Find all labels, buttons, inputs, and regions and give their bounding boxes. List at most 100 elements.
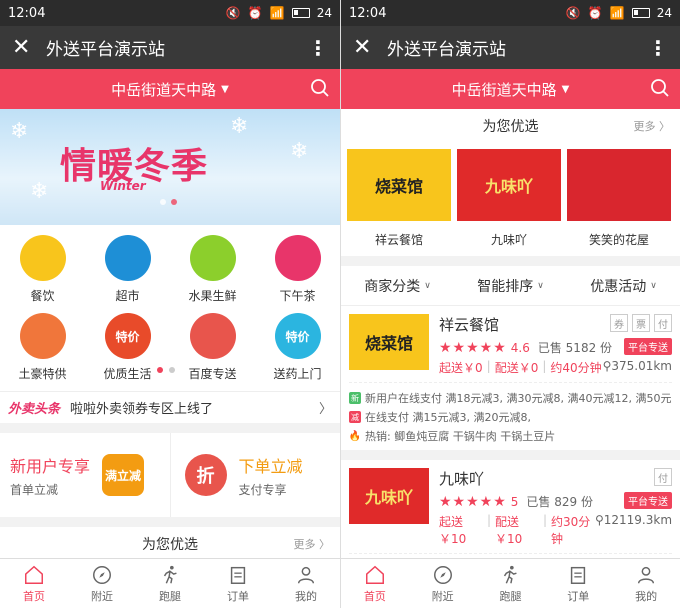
snowflake-icon: ❄ — [290, 139, 309, 164]
runner-icon — [163, 565, 177, 584]
store-logo: 烧菜馆 — [347, 149, 451, 221]
tab-home[interactable]: 首页 — [341, 559, 409, 608]
location-bar[interactable]: 中岳街道天中路 ▼ — [0, 69, 340, 109]
min-order: 起送￥10 — [439, 515, 467, 546]
calendar-icon: 特价 — [104, 313, 151, 359]
filter-label: 优惠活动 — [590, 278, 647, 295]
search-icon[interactable] — [310, 78, 330, 98]
recommend-name: 祥云餐馆 — [374, 233, 423, 247]
distance: 12119.3km — [603, 513, 673, 527]
service-tags: 券票付 — [610, 314, 672, 332]
service-tag: 票 — [632, 314, 650, 332]
location-pin-icon: ⚲ — [594, 513, 604, 527]
recommend-item[interactable]: 笑笑的花屋 — [567, 149, 671, 248]
bowl-icon — [189, 313, 236, 359]
store-logo: 烧菜馆 — [349, 314, 429, 370]
lime-icon — [189, 235, 236, 281]
rating-score: 4.6 — [510, 341, 530, 355]
delivery-time: 约40分钟 — [550, 361, 602, 375]
home-screen: 12:04 🔇 ⏰ 📶 24 ✕ 外送平台演示站 ⋮ 中岳街道天中路 ▼ ❄ ❄… — [0, 0, 340, 608]
category-item[interactable]: 下午茶 — [255, 231, 340, 309]
tab-mine[interactable]: 我的 — [272, 559, 340, 608]
headline-bar[interactable]: 外卖头条 啦啦外卖领券专区上线了 〉 — [0, 391, 340, 423]
category-item[interactable]: 特价 送药上门 — [255, 309, 340, 387]
new-user-section: 新用户专享 首单立减 满立减 折 下单立减 支付专享 — [0, 433, 340, 517]
filter-bar: 商家分类 ∨ 智能排序 ∨ 优惠活动 ∨ — [341, 266, 680, 306]
location-address[interactable]: 中岳街道天中路 — [452, 79, 557, 100]
compass-icon — [433, 565, 452, 584]
close-icon[interactable]: ✕ — [353, 35, 387, 60]
new-user-offer[interactable]: 新用户专享 首单立减 满立减 — [0, 433, 170, 517]
category-pager — [157, 367, 175, 373]
store-card[interactable]: 烧菜馆 祥云餐馆 ★★★★★ 4.6 已售 5182 份起送￥0 | 配送￥0 | 约40分钟 ⚲… — [341, 306, 680, 450]
chevron-down-icon: ∨ — [650, 280, 657, 291]
tab-home[interactable]: 首页 — [0, 559, 68, 608]
new-user-sub: 首单立减 — [10, 482, 59, 497]
location-address[interactable]: 中岳街道天中路 — [111, 79, 216, 100]
more-link[interactable]: 更多 〉 — [634, 118, 671, 134]
more-menu-icon[interactable]: ⋮ — [648, 36, 668, 60]
close-icon[interactable]: ✕ — [12, 35, 46, 60]
page-title: 外送平台演示站 — [46, 40, 165, 60]
tab-nearby[interactable]: 附近 — [68, 559, 136, 608]
category-label: 送药上门 — [273, 367, 322, 381]
sold-count: 已售 5182 份 — [537, 341, 613, 355]
category-item[interactable]: 餐饮 — [0, 231, 85, 309]
activity-text: 在线支付 满15元减3, 满20元减8, — [365, 411, 531, 424]
rose-icon — [274, 235, 321, 281]
more-menu-icon[interactable]: ⋮ — [308, 36, 328, 60]
fire-badge-icon: 满立减 — [102, 454, 145, 496]
category-item[interactable]: 百度专送 — [170, 309, 255, 387]
wifi-icon: 📶 — [269, 6, 285, 20]
chevron-down-icon: ∨ — [424, 280, 431, 291]
recommend-name: 笑笑的花屋 — [588, 233, 649, 247]
battery-icon — [631, 8, 650, 18]
tab-errand[interactable]: 跑腿 — [477, 559, 545, 608]
status-bar: 12:04 🔇 ⏰ 📶 24 — [341, 0, 680, 26]
filter-dropdown[interactable]: 商家分类 ∨ — [341, 266, 454, 305]
location-bar[interactable]: 中岳街道天中路 ▼ — [341, 69, 680, 109]
mute-icon: 🔇 — [225, 6, 241, 20]
activity-badge-icon: 新 — [349, 392, 361, 404]
status-time: 12:04 — [349, 5, 387, 21]
filter-dropdown[interactable]: 智能排序 ∨ — [454, 266, 567, 305]
search-icon[interactable] — [650, 78, 670, 98]
recommend-item[interactable]: 烧菜馆 祥云餐馆 — [347, 149, 451, 248]
home-icon — [365, 565, 384, 584]
tab-nearby[interactable]: 附近 — [409, 559, 477, 608]
activity-row: 新新用户在线支付 满18元减3, 满30元减8, 满40元减12, 满50元减 — [349, 390, 672, 406]
tab-orders[interactable]: 订单 — [544, 559, 612, 608]
service-tag: 付 — [654, 468, 672, 486]
filter-dropdown[interactable]: 优惠活动 ∨ — [567, 266, 680, 305]
recommend-item[interactable]: 九味吖 九味吖 — [457, 149, 561, 248]
category-item[interactable]: 土豪特供 — [0, 309, 85, 387]
alarm-icon: ⏰ — [587, 6, 603, 20]
category-label: 餐饮 — [30, 289, 55, 303]
filter-label: 商家分类 — [364, 278, 421, 295]
banner-subtitle: Winter — [100, 179, 146, 193]
status-time: 12:04 — [8, 5, 46, 21]
tab-orders[interactable]: 订单 — [204, 559, 272, 608]
activity-text: 热销: 鲫鱼炖豆腐 干锅牛肉 干锅土豆片 — [365, 430, 556, 443]
tab-errand[interactable]: 跑腿 — [136, 559, 204, 608]
promo-banner[interactable]: ❄ ❄ ❄ ❄ 情暖冬季 Winter — [0, 109, 340, 225]
new-user-title: 新用户专享 — [10, 456, 91, 476]
battery-level: 24 — [316, 6, 332, 20]
order-discount-offer[interactable]: 折 下单立减 支付专享 — [169, 433, 341, 517]
category-item[interactable]: 超市 — [85, 231, 170, 309]
discount-badge-icon: 折 — [184, 454, 227, 496]
tab-mine[interactable]: 我的 — [612, 559, 680, 608]
delivery-fee: 配送￥0 — [494, 361, 539, 375]
clipboard-icon — [230, 566, 246, 584]
service-tag: 券 — [610, 314, 628, 332]
alarm-icon: ⏰ — [247, 6, 263, 20]
more-link[interactable]: 更多 〉 — [294, 536, 331, 552]
clipboard-icon — [571, 566, 586, 584]
store-logo: 九味吖 — [457, 149, 561, 221]
category-item[interactable]: 水果生鲜 — [170, 231, 255, 309]
chevron-down-icon: ∨ — [537, 280, 544, 291]
category-item[interactable]: 特价 优质生活 — [85, 309, 170, 387]
caret-down-icon: ▼ — [221, 83, 229, 95]
headline-text[interactable]: 啦啦外卖领券专区上线了 — [70, 398, 319, 417]
badge-icon: 特价 — [274, 313, 321, 359]
